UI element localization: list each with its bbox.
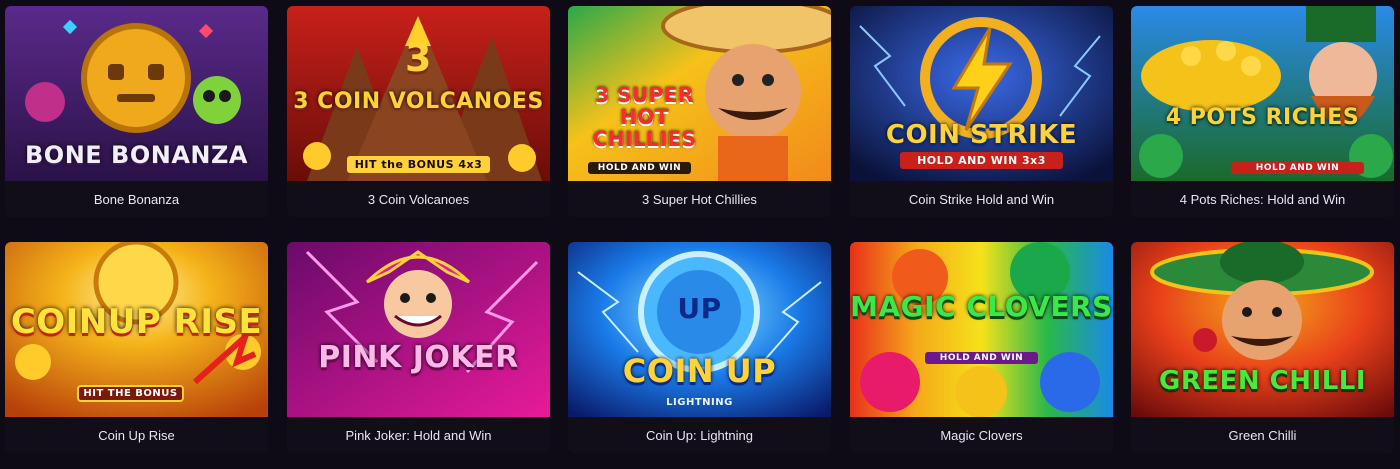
game-thumbnail[interactable]: COIN STRIKE HOLD AND WIN 3x3 — [850, 6, 1113, 181]
game-logo: MAGIC CLOVERS — [850, 290, 1113, 323]
leprechaun-icon — [1131, 6, 1394, 181]
game-logo: 3 SUPER HOT CHILLIES — [592, 83, 697, 151]
game-card-4-pots-riches[interactable]: 4 POTS RICHES HOLD AND WIN 4 Pots Riches… — [1131, 6, 1394, 217]
game-thumbnail[interactable]: 3 SUPER HOT CHILLIES HOLD AND WIN — [568, 6, 831, 181]
game-badge: HOLD AND WIN — [588, 162, 691, 174]
game-card-coin-up-rise[interactable]: COINUP RISE HIT THE BONUS Coin Up Rise — [5, 242, 268, 453]
game-thumbnail[interactable]: PINK JOKER — [287, 242, 550, 417]
game-card-3-super-hot-chillies[interactable]: 3 SUPER HOT CHILLIES HOLD AND WIN 3 Supe… — [568, 6, 831, 217]
game-thumbnail[interactable]: BONE BONANZA — [5, 6, 268, 181]
game-card-green-chilli[interactable]: GREEN CHILLI Green Chilli — [1131, 242, 1394, 453]
game-title[interactable]: Coin Up: Lightning — [568, 417, 831, 453]
game-badge: HIT the BONUS 4x3 — [347, 156, 490, 173]
game-logo: 3 COIN VOLCANOES — [293, 89, 544, 114]
game-thumbnail[interactable]: COINUP RISE HIT THE BONUS — [5, 242, 268, 417]
game-badge: HOLD AND WIN — [925, 352, 1038, 364]
game-title[interactable]: Coin Up Rise — [5, 417, 268, 453]
game-title[interactable]: Pink Joker: Hold and Win — [287, 417, 550, 453]
clover-icon — [850, 242, 1113, 417]
game-title[interactable]: 3 Super Hot Chillies — [568, 181, 831, 217]
game-badge: HOLD AND WIN 3x3 — [900, 152, 1063, 169]
game-thumbnail[interactable]: MAGIC CLOVERS HOLD AND WIN — [850, 242, 1113, 417]
game-thumbnail[interactable]: 3 3 COIN VOLCANOES HIT the BONUS 4x3 — [287, 6, 550, 181]
game-card-3-coin-volcanoes[interactable]: 3 3 COIN VOLCANOES HIT the BONUS 4x3 3 C… — [287, 6, 550, 217]
game-title[interactable]: Green Chilli — [1131, 417, 1394, 453]
game-title[interactable]: Bone Bonanza — [5, 181, 268, 217]
game-grid: BONE BONANZA Bone Bonanza 3 3 COIN VOLCA… — [0, 0, 1400, 469]
game-logo: BONE BONANZA — [25, 141, 248, 169]
game-card-bone-bonanza[interactable]: BONE BONANZA Bone Bonanza — [5, 6, 268, 217]
game-card-coin-up-lightning[interactable]: UP COIN UP LIGHTNING Coin Up: Lightning — [568, 242, 831, 453]
game-badge: HOLD AND WIN — [1231, 162, 1364, 174]
game-logo: PINK JOKER — [318, 340, 519, 375]
game-card-magic-clovers[interactable]: MAGIC CLOVERS HOLD AND WIN Magic Clovers — [850, 242, 1113, 453]
game-badge: LIGHTNING — [666, 397, 733, 408]
game-logo: 4 POTS RICHES — [1165, 105, 1360, 130]
game-logo: COIN UP — [622, 352, 777, 390]
joker-icon — [287, 242, 550, 417]
game-logo: COIN STRIKE — [885, 120, 1078, 150]
game-thumbnail[interactable]: 4 POTS RICHES HOLD AND WIN — [1131, 6, 1394, 181]
game-card-coin-strike[interactable]: COIN STRIKE HOLD AND WIN 3x3 Coin Strike… — [850, 6, 1113, 217]
game-title[interactable]: 3 Coin Volcanoes — [287, 181, 550, 217]
coin-icon — [568, 242, 831, 417]
game-badge: HIT THE BONUS — [77, 385, 184, 402]
game-logo: COINUP RISE — [10, 302, 263, 342]
game-title[interactable]: Magic Clovers — [850, 417, 1113, 453]
game-logo: GREEN CHILLI — [1158, 366, 1367, 396]
game-thumbnail[interactable]: UP COIN UP LIGHTNING — [568, 242, 831, 417]
game-thumbnail[interactable]: GREEN CHILLI — [1131, 242, 1394, 417]
game-title[interactable]: Coin Strike Hold and Win — [850, 181, 1113, 217]
game-card-pink-joker[interactable]: PINK JOKER Pink Joker: Hold and Win — [287, 242, 550, 453]
game-title[interactable]: 4 Pots Riches: Hold and Win — [1131, 181, 1394, 217]
